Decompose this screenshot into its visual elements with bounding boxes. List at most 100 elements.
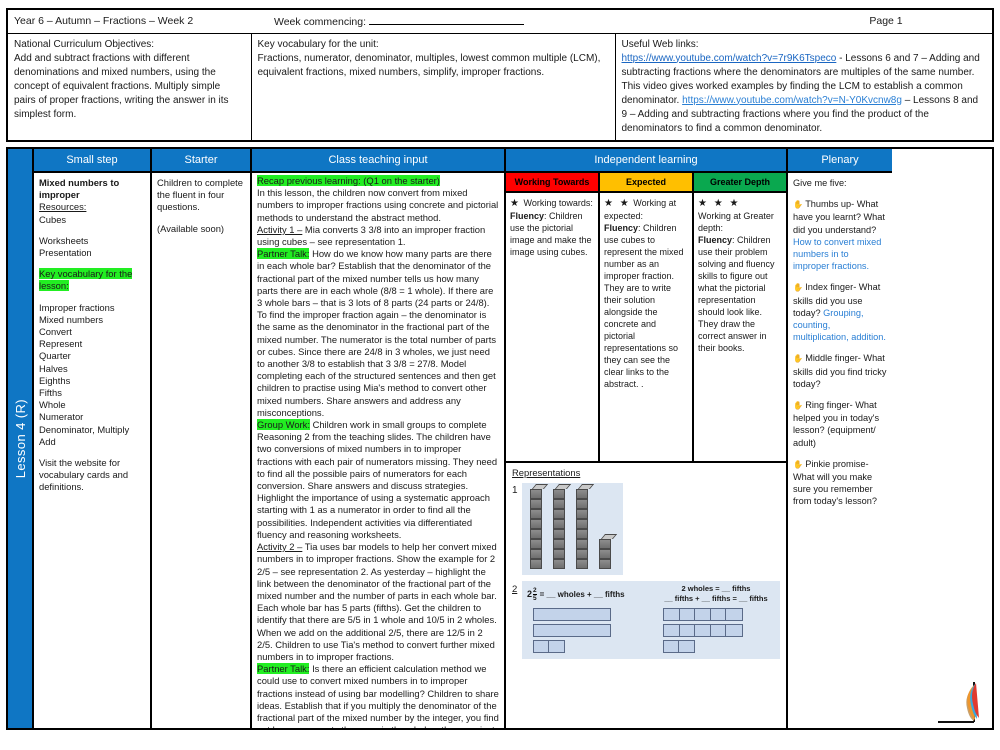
header-content-row: National Curriculum Objectives: Add and … [6, 32, 994, 142]
column-independent-learning: Independent learning Working Towards ★ W… [506, 149, 788, 728]
fraction-bar [533, 640, 565, 653]
video-link-2[interactable]: https://www.youtube.com/watch?v=N-Y0Kvcn… [682, 95, 902, 106]
cube [599, 559, 611, 569]
cube [553, 549, 565, 559]
cube [530, 489, 542, 499]
plenary-question: Thumbs up- What have you learnt? What di… [793, 199, 885, 235]
fluency-label-2: Fluency [604, 223, 639, 233]
resources-label: Resources: [39, 201, 87, 213]
representation-1-number: 1 [512, 485, 518, 496]
cube [530, 519, 542, 529]
small-step-body: Mixed numbers to improper Resources: Cub… [34, 173, 150, 728]
fraction-bar [663, 640, 695, 653]
cube [553, 519, 565, 529]
column-header-small-step: Small step [34, 149, 150, 173]
differentiation-bands: Working Towards ★ Working towards: Fluen… [506, 173, 786, 463]
fraction-bar [663, 624, 743, 637]
cube-top-face [600, 534, 618, 539]
teaching-body: Recap previous learning: (Q1 on the star… [252, 173, 504, 728]
cube-tower [599, 534, 618, 569]
fraction-bar-segment [664, 625, 680, 636]
week-commencing-blank[interactable] [368, 15, 524, 25]
representation-2-number: 2 [512, 584, 518, 595]
activity-1: Activity 1 – Mia converts 3 3/8 into an … [257, 224, 499, 248]
video-link-1[interactable]: https://www.youtube.com/watch?v=7r9K6Tsp… [622, 53, 837, 64]
rep2-right-line-2: __ fifths + __ fifths = __ fifths [664, 594, 768, 603]
fraction-bar-segment [679, 641, 694, 652]
key-vocabulary-body: Fractions, numerator, denominator, multi… [257, 52, 601, 78]
mixed-number-denominator: 5 [533, 593, 537, 602]
starter-body: Children to complete the fluent in four … [152, 173, 250, 728]
plenary-question: Middle finger- What skills did you find … [793, 353, 887, 389]
cube [576, 489, 588, 499]
fraction-bar-segment [726, 609, 742, 620]
activity-1-label: Activity 1 – [257, 223, 303, 235]
hand-icon: ✋ [793, 200, 806, 210]
starter-text: Children to complete the fluent in four … [157, 177, 243, 213]
representation-2: 2 2 2 5 = __ wholes + __ fifths 2 wholes… [512, 581, 780, 659]
plenary-item: ✋ Pinkie promise- What will you make sur… [793, 458, 887, 508]
teaching-paragraph-1: In this lesson, the children now convert… [257, 187, 499, 223]
rep2-right-line-1: 2 wholes = __ fifths [681, 584, 751, 593]
starter-note: (Available soon) [157, 222, 225, 234]
recap-tag: Recap previous learning: (Q1 on the star… [257, 175, 440, 186]
plenary-answer: How to convert mixed numbers in to impro… [793, 236, 882, 272]
cube [530, 529, 542, 539]
hand-icon: ✋ [793, 283, 806, 293]
cube-tower [530, 484, 549, 569]
hand-icon: ✋ [793, 459, 806, 469]
cube [599, 549, 611, 559]
star-rating-2: ★ ★ [604, 198, 631, 209]
cube-top-face [531, 484, 549, 489]
cube-towers-diagram [522, 483, 623, 575]
title-row: Year 6 – Autumn – Fractions – Week 2 Wee… [6, 8, 994, 34]
fluency-label-1: Fluency [510, 211, 545, 221]
star-rating-3: ★ ★ ★ [698, 198, 741, 209]
star-rating-1: ★ [510, 198, 521, 209]
partner-talk-tag-2: Partner Talk: [257, 663, 310, 675]
mixed-number-numerator: 2 [533, 586, 537, 594]
cube [576, 539, 588, 549]
mixed-number-whole: 2 [527, 589, 533, 599]
fraction-bar-segment [711, 609, 727, 620]
key-vocabulary-heading: Key vocabulary for the unit: [257, 38, 379, 50]
lesson-vocab-list: Improper fractions Mixed numbers Convert… [39, 301, 130, 447]
cube [553, 559, 565, 569]
week-commencing: Week commencing: [274, 15, 786, 28]
group-work-tag: Group Work: [257, 419, 310, 431]
week-commencing-label: Week commencing: [274, 15, 367, 28]
cube-tower [576, 484, 595, 569]
fraction-bar-segment [695, 609, 711, 620]
cube [530, 559, 542, 569]
column-plenary: Plenary Give me five: ✋ Thumbs up- What … [788, 149, 979, 728]
unit-title: Year 6 – Autumn – Fractions – Week 2 [14, 15, 194, 28]
band-heading-1: Working towards: [523, 198, 593, 208]
cube [599, 539, 611, 549]
hand-icon: ✋ [793, 401, 806, 411]
plenary-item: ✋ Index finger- What skills did you use … [793, 281, 887, 343]
cube [553, 539, 565, 549]
plenary-body: Give me five: ✋ Thumbs up- What have you… [788, 173, 892, 728]
band-working-towards: Working Towards ★ Working towards: Fluen… [506, 173, 600, 461]
resources-value: Cubes [39, 213, 67, 225]
header-table: Year 6 – Autumn – Fractions – Week 2 Wee… [6, 8, 994, 142]
fluency-label-3: Fluency [698, 235, 733, 245]
plenary-item: ✋ Thumbs up- What have you learnt? What … [793, 198, 887, 272]
band-heading-3: Working at Greater depth: [698, 211, 774, 233]
lesson-grid: Lesson 4 (R) Small step Mixed numbers to… [6, 147, 994, 730]
partner-talk-2: Partner Talk: Is there an efficient calc… [257, 663, 499, 728]
representations-title: Representations [512, 467, 581, 478]
activity-2-label: Activity 2 – [257, 541, 303, 553]
cube-top-face [554, 484, 572, 489]
column-header-class-teaching: Class teaching input [252, 149, 504, 173]
cube [553, 529, 565, 539]
fraction-bar-segment [680, 609, 696, 620]
plenary-question: Pinkie promise- What will you make sure … [793, 458, 877, 507]
representation-1: 1 [512, 483, 780, 575]
cube [553, 499, 565, 509]
teaching-paragraph-3: Children work in small groups to complet… [257, 419, 498, 540]
cube [576, 519, 588, 529]
fraction-bar-segment [534, 609, 610, 620]
nc-objectives-heading: National Curriculum Objectives: [14, 38, 155, 50]
fraction-bar [663, 608, 743, 621]
